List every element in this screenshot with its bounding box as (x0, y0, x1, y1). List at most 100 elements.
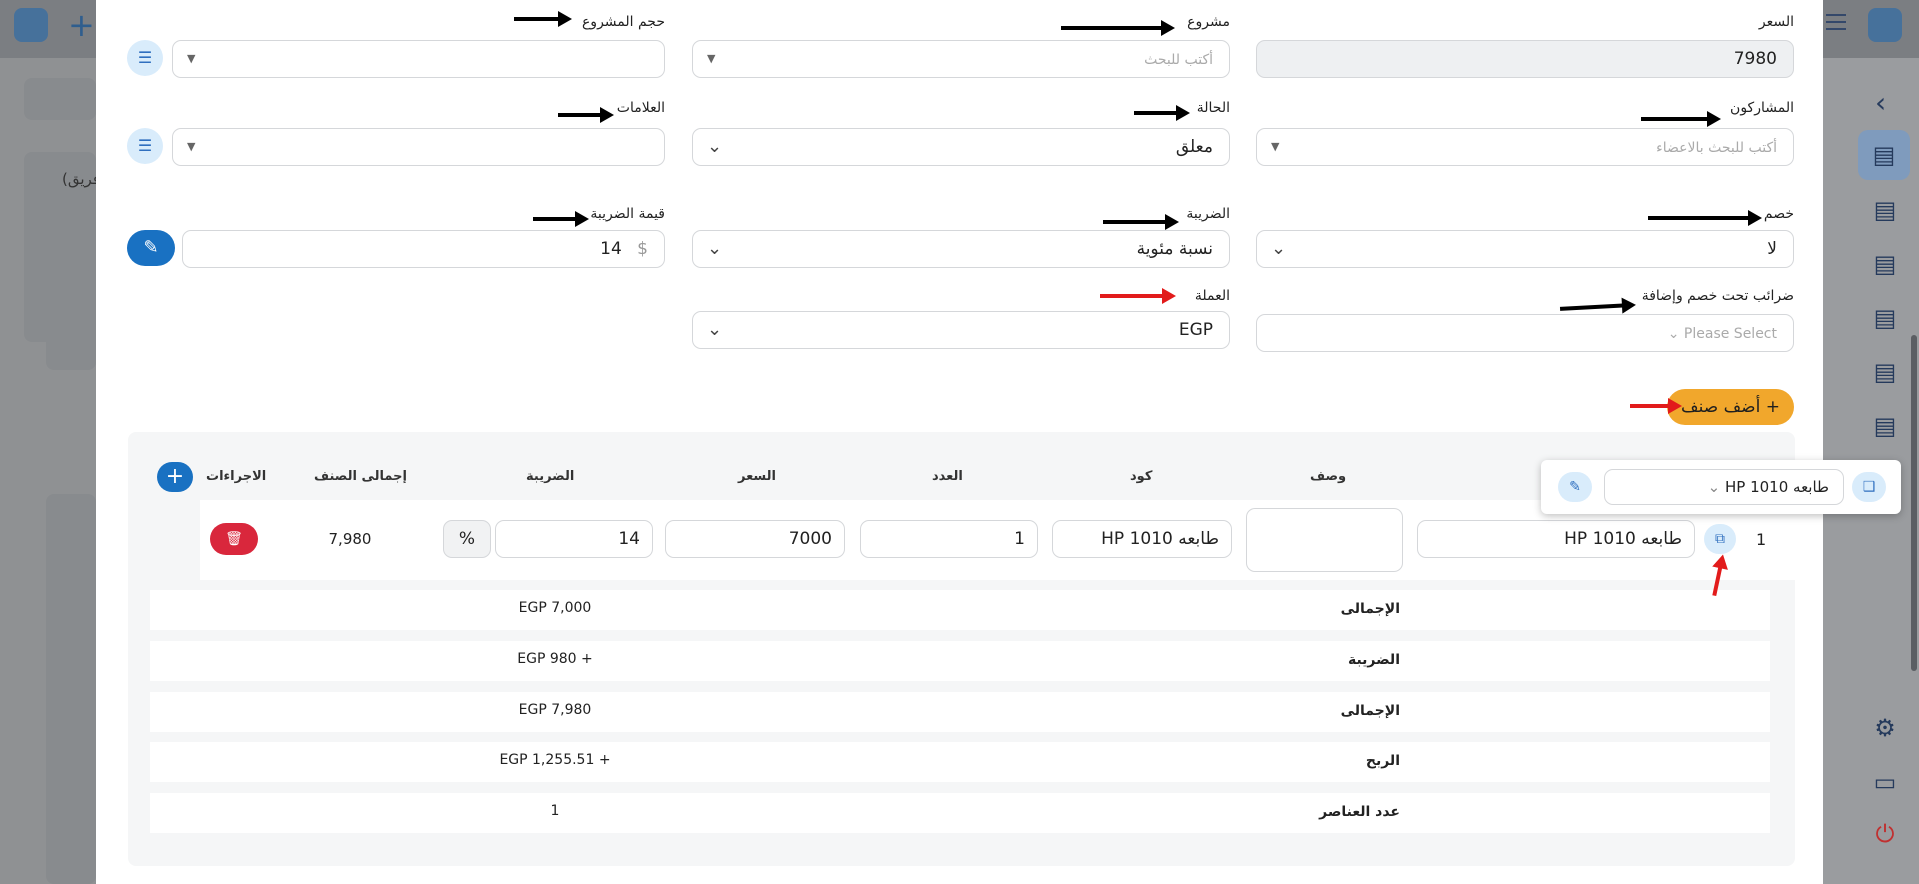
summary-row-total: الإجمالى EGP 7,980 (150, 692, 1770, 732)
chevron-down-icon: ⌄ (1271, 238, 1287, 259)
tax-value: نسبة مئوية (1136, 239, 1213, 259)
currency-value: EGP (1178, 320, 1213, 340)
annotation-arrow (1061, 20, 1175, 36)
th-price: السعر (738, 469, 776, 484)
summary-label: عدد العناصر (1319, 804, 1400, 820)
discount-select[interactable]: لا ⌄ (1256, 230, 1794, 268)
window-icon[interactable]: ▭ (1871, 768, 1899, 796)
summary-label: الربح (1365, 753, 1400, 769)
price-value: 7980 (1733, 49, 1777, 69)
annotation-arrow (1103, 214, 1179, 230)
invoice-icon[interactable]: ▤ (1858, 130, 1910, 180)
tax-select[interactable]: نسبة مئوية ⌄ (692, 230, 1230, 268)
summary-row-tax: الضريبة + EGP 980 (150, 641, 1770, 681)
annotation-arrow-red (1630, 398, 1682, 414)
add-icon[interactable]: + (68, 8, 95, 42)
file-box-icon[interactable]: ▤ (1871, 304, 1899, 332)
list-settings-icon[interactable]: ☰ (127, 128, 163, 164)
project-size-select[interactable]: ▼ (172, 40, 665, 78)
price-label: السعر (1758, 14, 1794, 30)
delete-row-button[interactable]: 🗑 (210, 523, 258, 555)
th-description: وصف (1310, 469, 1347, 484)
gear-icon[interactable]: ⚙ (1871, 714, 1899, 742)
taxes-placeholder: Please Select ⌄ (1667, 326, 1777, 342)
scrollbar[interactable] (1911, 335, 1917, 671)
caret-down-icon: ▼ (707, 52, 716, 65)
caret-down-icon: ▼ (187, 140, 196, 153)
chevron-down-icon: ⌄ (707, 319, 723, 340)
annotation-arrow (558, 107, 614, 123)
annotation-arrow (1641, 111, 1721, 127)
annotation-arrow-red (1100, 288, 1176, 304)
file-clock-icon[interactable]: ▤ (1871, 196, 1899, 224)
th-code: كود (1130, 469, 1153, 484)
power-icon[interactable]: ⏻ (1871, 820, 1899, 848)
tax-value-input[interactable]: $ 14 (182, 230, 665, 268)
dollar-icon: $ (637, 239, 648, 259)
summary-row-profit: الربح + EGP 1,255.51 (150, 742, 1770, 782)
row-index: 1 (1756, 530, 1767, 549)
tax-input[interactable]: 14 (495, 520, 653, 558)
copy-item-button[interactable]: ⧉ (1704, 524, 1736, 554)
add-row-button[interactable]: + (157, 462, 193, 492)
app-logo-right (1868, 8, 1902, 42)
summary-label: الضريبة (1347, 652, 1400, 668)
popup-item-select[interactable]: طابعه HP 1010 ⌄ (1604, 469, 1844, 505)
description-textarea[interactable] (1246, 508, 1403, 572)
add-item-label: أضف صنف (1681, 397, 1761, 417)
price-field: 7980 (1256, 40, 1794, 78)
participants-label: المشاركون (1730, 100, 1794, 116)
menu-icon[interactable] (1826, 14, 1846, 30)
th-actions: الاجراءات (206, 469, 267, 484)
summary-row-subtotal: الإجمالى EGP 7,000 (150, 590, 1770, 630)
list-settings-icon[interactable]: ☰ (127, 40, 163, 76)
project-select[interactable]: أكتب للبحث ▼ (692, 40, 1230, 78)
summary-value: + EGP 1,255.51 (499, 752, 611, 768)
tax-unit-toggle[interactable]: % (443, 520, 491, 558)
project-placeholder: أكتب للبحث (1144, 52, 1213, 68)
summary-value: 1 (550, 803, 560, 819)
caret-down-icon: ▼ (1271, 140, 1280, 153)
participants-placeholder: أكتب للبحث بالاعضاء (1656, 140, 1777, 156)
quantity-input[interactable]: 1 (860, 520, 1038, 558)
th-quantity: العدد (932, 469, 963, 484)
file-chart-icon[interactable]: ▤ (1871, 412, 1899, 440)
annotation-arrow (1134, 105, 1190, 121)
price-input[interactable]: 7000 (665, 520, 845, 558)
th-item-total: إجمالى الصنف (314, 469, 407, 484)
file-settings-icon[interactable]: ▤ (1871, 358, 1899, 386)
file-alert-icon[interactable]: ▤ (1871, 250, 1899, 278)
summary-value: + EGP 980 (517, 651, 593, 667)
annotation-arrow (514, 11, 572, 27)
summary-row-count: عدد العناصر 1 (150, 793, 1770, 833)
back-arrow-icon[interactable]: ‹ (1875, 86, 1886, 119)
summary-label: الإجمالى (1340, 703, 1400, 719)
edit-pencil-button[interactable]: ✎ (127, 230, 175, 266)
popup-edit-icon[interactable]: ✎ (1558, 472, 1592, 502)
status-select[interactable]: معلق ⌄ (692, 128, 1230, 166)
add-item-button[interactable]: + أضف صنف (1667, 389, 1794, 425)
tax-value-text: 14 (600, 239, 622, 259)
bg-partial-text: فريق) (62, 170, 100, 188)
summary-value: EGP 7,000 (518, 600, 592, 616)
bookmark-icon[interactable]: ❑ (1852, 472, 1886, 502)
summary-label: الإجمالى (1340, 601, 1400, 617)
discount-value: لا (1767, 239, 1777, 259)
status-value: معلق (1175, 137, 1213, 157)
code-input[interactable]: طابعه HP 1010 (1052, 520, 1232, 558)
caret-down-icon: ▼ (187, 52, 196, 65)
item-total: 7,980 (328, 530, 372, 548)
bg-card (46, 494, 96, 884)
annotation-arrow (533, 211, 589, 227)
annotation-arrow (1648, 210, 1762, 226)
participants-select[interactable]: أكتب للبحث بالاعضاء ▼ (1256, 128, 1794, 166)
plus-icon: + (1765, 397, 1780, 417)
tags-select[interactable]: ▼ (172, 128, 665, 166)
bg-card (24, 78, 96, 120)
chevron-down-icon: ⌄ (707, 136, 723, 157)
summary-value: EGP 7,980 (518, 702, 592, 718)
chevron-down-icon: ⌄ (707, 238, 723, 259)
taxes-under-discount-select[interactable]: Please Select ⌄ (1256, 314, 1794, 352)
item-name-input[interactable]: طابعه HP 1010 (1417, 520, 1695, 558)
currency-select[interactable]: EGP ⌄ (692, 311, 1230, 349)
